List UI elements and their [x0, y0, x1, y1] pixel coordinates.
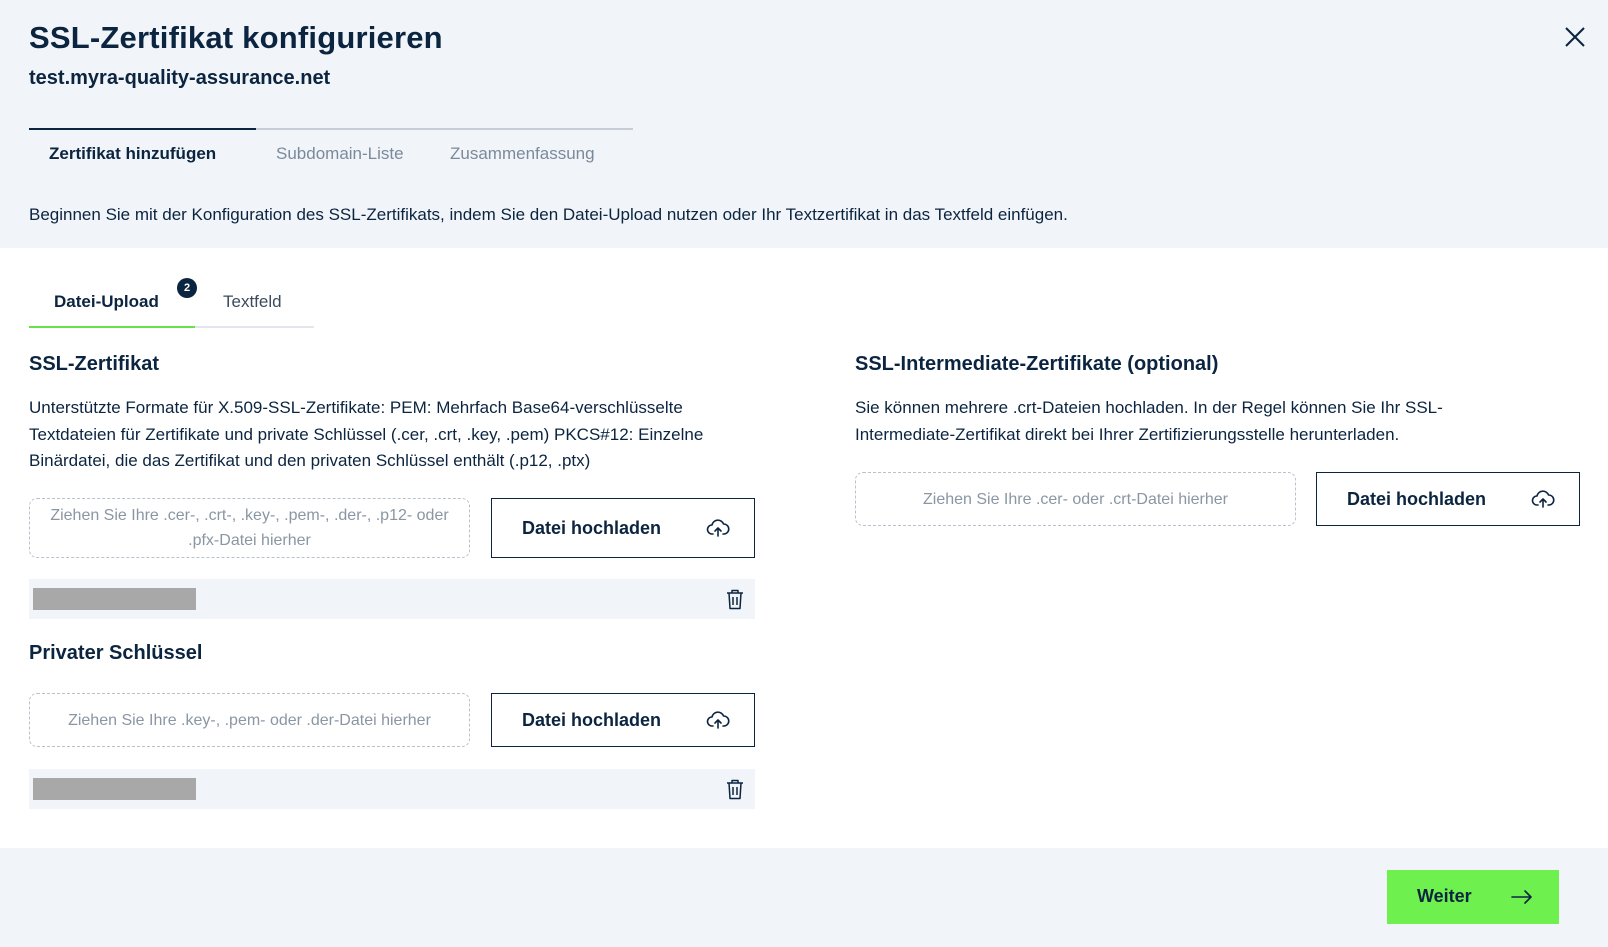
- private-key-dropzone[interactable]: Ziehen Sie Ihre .key-, .pem- oder .der-D…: [29, 693, 470, 747]
- step-active-indicator: [29, 128, 256, 130]
- step-summary[interactable]: Zusammenfassung: [450, 144, 595, 164]
- intermediate-description: Sie können mehrere .crt-Dateien hochlade…: [855, 398, 1443, 444]
- next-button-label: Weiter: [1417, 886, 1472, 906]
- ssl-cert-description: Unterstützte Formate für X.509-SSL-Zerti…: [29, 398, 704, 470]
- ssl-cert-title: SSL-Zertifikat: [29, 353, 160, 375]
- uploaded-file-name-redacted: [33, 778, 196, 800]
- private-key-title: Privater Schlüssel: [29, 642, 203, 664]
- arrow-right-icon: [1511, 890, 1532, 904]
- ssl-cert-upload-label: Datei hochladen: [522, 517, 662, 538]
- cloud-upload-icon: [1531, 490, 1555, 508]
- trash-icon[interactable]: [725, 588, 745, 610]
- close-button[interactable]: [1558, 20, 1592, 54]
- uploaded-file-name-redacted: [33, 588, 196, 610]
- private-key-upload-button[interactable]: Datei hochladen: [491, 693, 755, 747]
- intermediate-title: SSL-Intermediate-Zertifikate (optional): [855, 353, 1219, 375]
- ssl-cert-dropzone-placeholder: Ziehen Sie Ihre .cer-, .crt-, .key-, .pe…: [50, 507, 449, 549]
- intermediate-dropzone[interactable]: Ziehen Sie Ihre .cer- oder .crt-Datei hi…: [855, 472, 1296, 526]
- private-key-upload-label: Datei hochladen: [522, 709, 662, 730]
- dialog-footer: Weiter: [0, 848, 1608, 947]
- ssl-cert-upload-button[interactable]: Datei hochladen: [491, 498, 755, 558]
- dialog-header: SSL-Zertifikat konfigurieren test.myra-q…: [0, 0, 1608, 248]
- private-key-dropzone-placeholder: Ziehen Sie Ihre .key-, .pem- oder .der-D…: [68, 711, 431, 729]
- main-panel: Datei-Upload 2 Textfeld SSL-Zertifikat U…: [0, 248, 1608, 848]
- trash-icon[interactable]: [725, 778, 745, 800]
- tab-text-field[interactable]: Textfeld: [223, 292, 282, 312]
- ssl-cert-dropzone[interactable]: Ziehen Sie Ihre .cer-, .crt-, .key-, .pe…: [29, 498, 470, 558]
- intermediate-upload-button[interactable]: Datei hochladen: [1316, 472, 1580, 526]
- step-navigation: Zertifikat hinzufügen Subdomain-Liste Zu…: [29, 128, 633, 172]
- intermediate-upload-label: Datei hochladen: [1347, 488, 1487, 509]
- step-subdomain-list[interactable]: Subdomain-Liste: [276, 144, 404, 164]
- cloud-upload-icon: [706, 519, 730, 537]
- file-count-badge: 2: [177, 278, 197, 298]
- intermediate-dropzone-placeholder: Ziehen Sie Ihre .cer- oder .crt-Datei hi…: [922, 490, 1228, 508]
- cloud-upload-icon: [706, 711, 730, 729]
- ssl-cert-file-row: [29, 579, 755, 619]
- private-key-file-row: [29, 769, 755, 809]
- next-button[interactable]: Weiter: [1387, 870, 1559, 924]
- dialog-title: SSL-Zertifikat konfigurieren: [29, 20, 443, 55]
- step-add-certificate[interactable]: Zertifikat hinzufügen: [49, 144, 216, 164]
- intro-text: Beginnen Sie mit der Konfiguration des S…: [29, 205, 1068, 224]
- tab-active-indicator: [29, 326, 195, 328]
- domain-name: test.myra-quality-assurance.net: [29, 67, 331, 89]
- tab-file-upload[interactable]: Datei-Upload: [54, 292, 159, 312]
- input-mode-tabs: Datei-Upload 2 Textfeld: [29, 278, 314, 328]
- close-icon: [1565, 27, 1585, 47]
